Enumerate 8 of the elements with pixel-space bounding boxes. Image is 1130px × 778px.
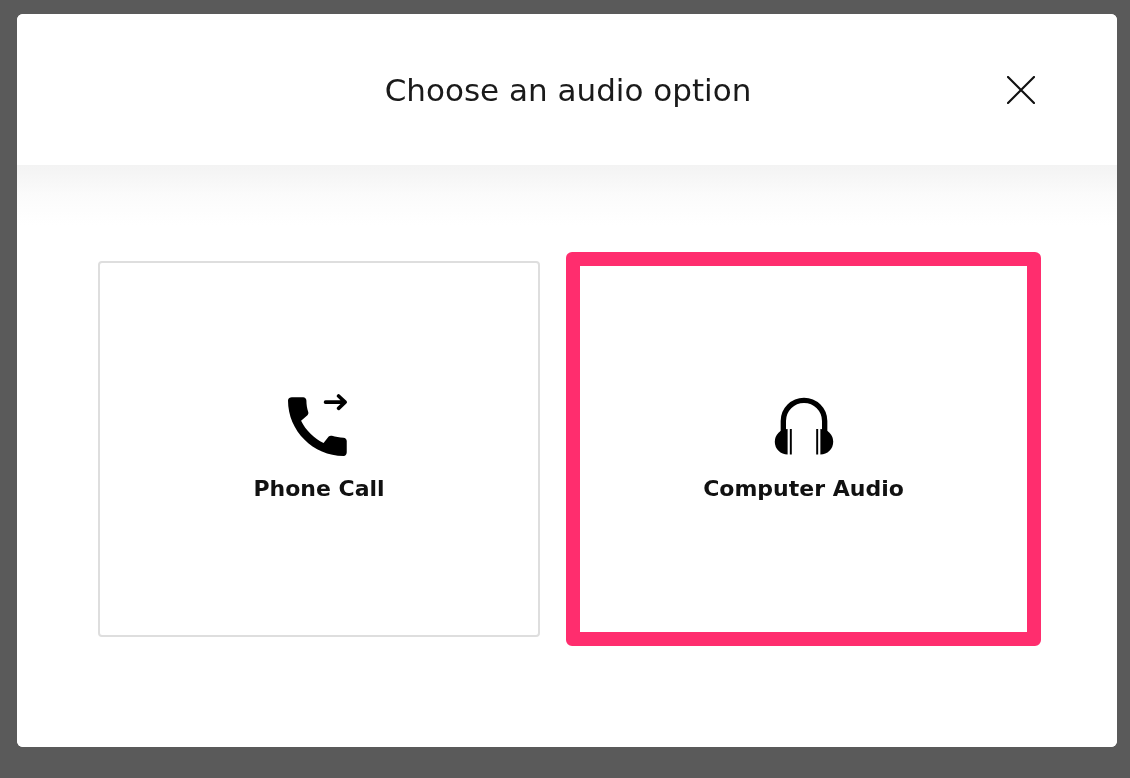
option-label: Phone Call <box>253 475 385 503</box>
dialog-title: Choose an audio option <box>383 71 752 108</box>
audio-option-card[interactable]: Computer Audio <box>566 252 1041 646</box>
close-icon <box>1007 75 1035 104</box>
phone-arrow-icon <box>288 394 350 456</box>
audio-option-card[interactable]: Phone Call <box>98 261 540 637</box>
option-label: Computer Audio <box>703 475 904 503</box>
close-button[interactable] <box>1006 74 1036 105</box>
